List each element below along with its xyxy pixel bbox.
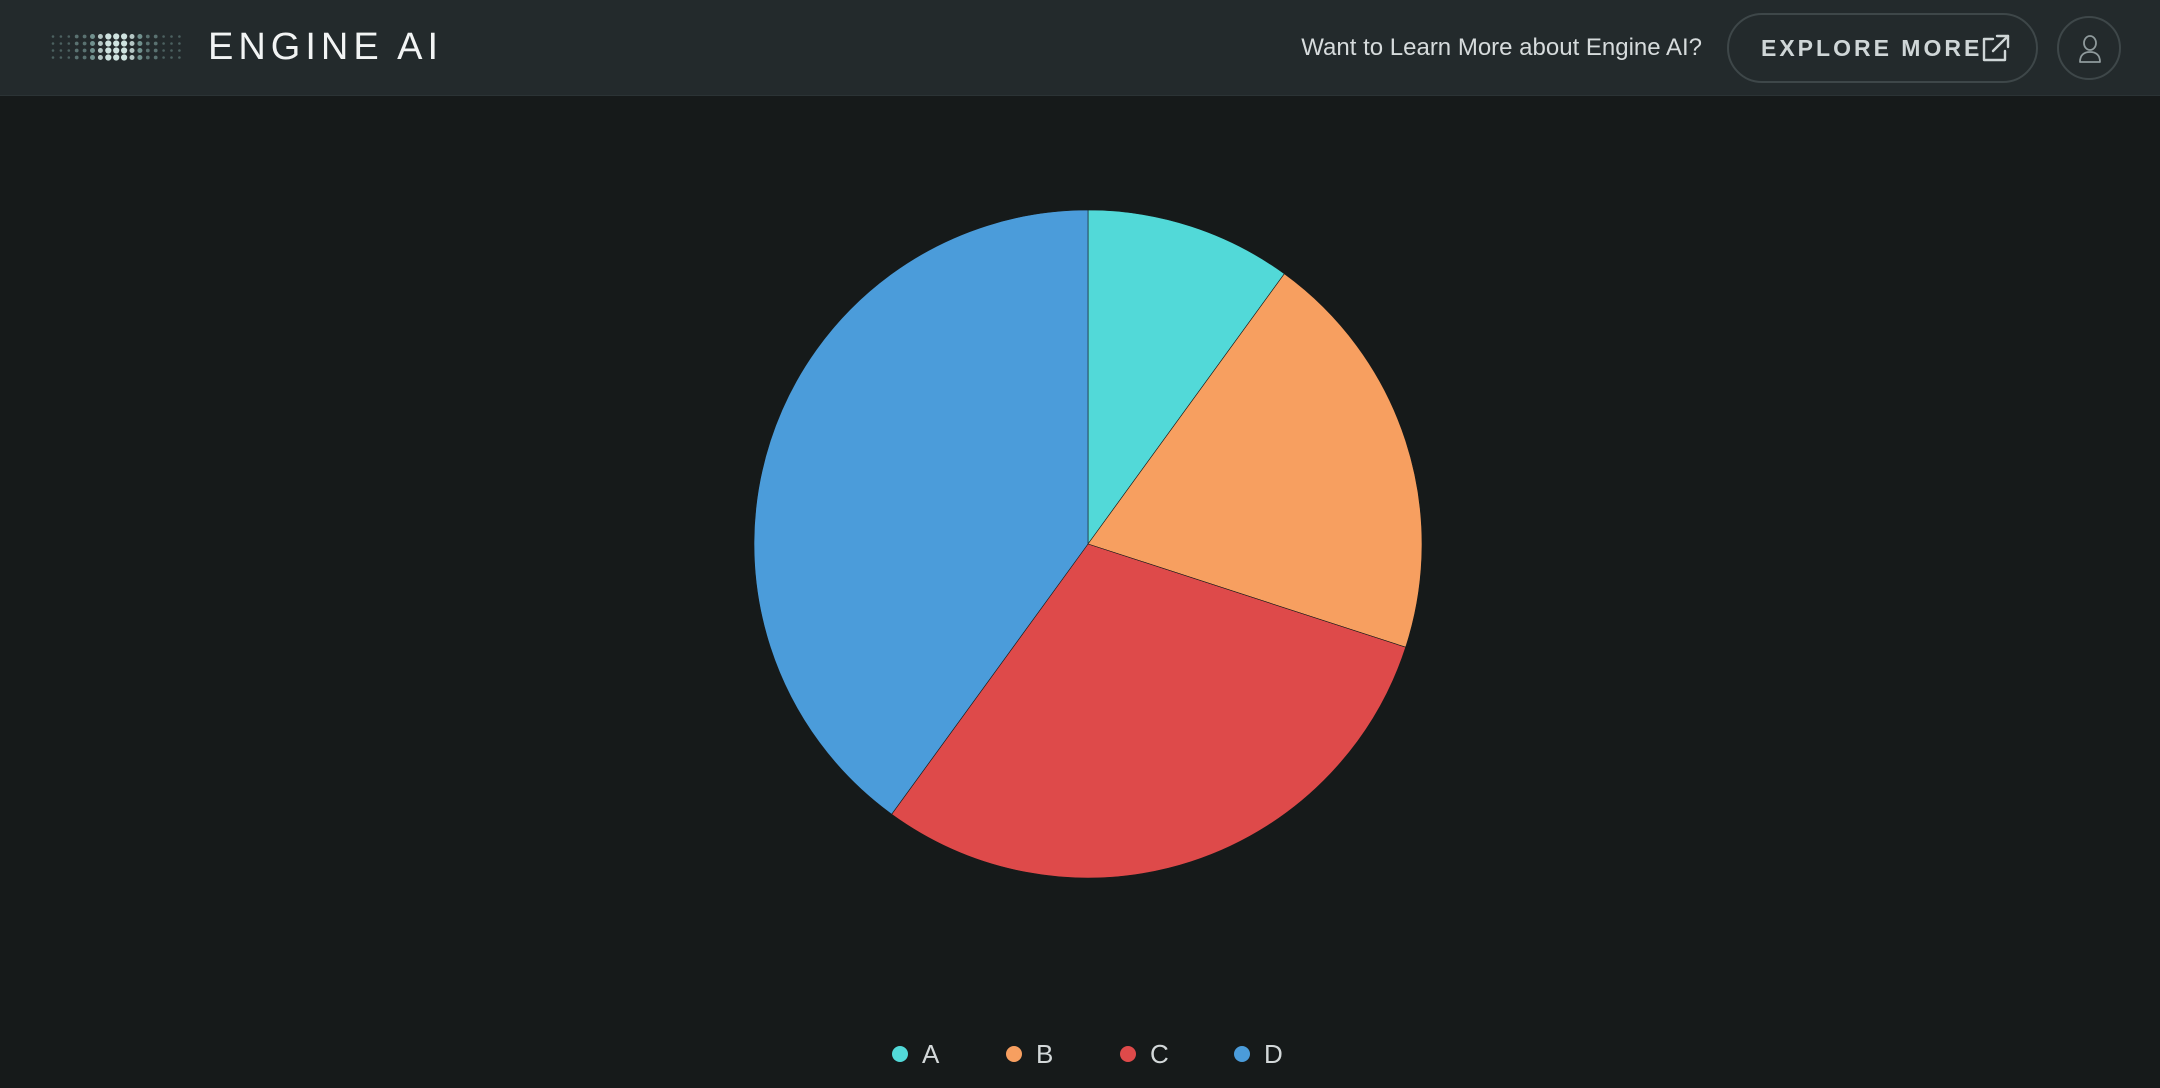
logo-dot: [145, 48, 150, 53]
logo-dot: [178, 56, 181, 59]
logo-dot: [74, 48, 79, 53]
legend-item-d[interactable]: D: [1234, 1036, 1283, 1072]
explore-more-button[interactable]: EXPLORE MORE: [1727, 13, 2038, 83]
logo-dot: [67, 49, 71, 52]
logo-dot: [90, 48, 95, 53]
logo-dot: [97, 41, 103, 46]
logo-dot: [170, 56, 173, 59]
logo-dot: [121, 40, 128, 47]
logo-dot: [105, 33, 112, 40]
logo-dot: [59, 56, 63, 59]
logo-dot: [97, 34, 103, 39]
logo-dot: [74, 34, 79, 39]
logo-dot: [90, 55, 95, 60]
logo-dot: [113, 40, 120, 47]
legend-swatch: [1234, 1046, 1250, 1062]
pie-chart-area: A B C D: [0, 96, 2160, 1088]
legend-swatch: [1120, 1046, 1136, 1062]
logo-dot: [67, 35, 71, 38]
logo-dot: [129, 55, 135, 60]
logo-dot: [162, 35, 165, 38]
logo-dot: [121, 33, 128, 40]
logo-dot: [51, 35, 55, 38]
logo-dot: [137, 41, 143, 46]
logo-dot: [82, 55, 87, 60]
logo-dot: [170, 49, 173, 52]
legend-swatch: [1006, 1046, 1022, 1062]
logo-dot: [113, 54, 120, 61]
logo-dot: [129, 48, 135, 53]
logo-dot: [59, 35, 63, 38]
logo-dot: [105, 54, 112, 61]
logo-dot: [178, 42, 181, 45]
legend-item-a[interactable]: A: [892, 1036, 939, 1072]
logo-dot: [59, 49, 63, 52]
logo-dot: [162, 49, 165, 52]
logo-dot: [121, 47, 128, 54]
logo-dot: [97, 55, 103, 60]
logo-dot: [145, 55, 150, 60]
logo-dot: [129, 34, 135, 39]
logo-dot: [105, 40, 112, 47]
legend-item-c[interactable]: C: [1120, 1036, 1169, 1072]
logo-dot: [90, 34, 95, 39]
logo-dot: [59, 42, 63, 45]
logo-dot: [170, 35, 173, 38]
brand-logo-text[interactable]: ENGINE AI: [208, 24, 443, 70]
logo-dot: [82, 34, 87, 39]
user-icon: [2079, 35, 2101, 63]
logo-dot: [153, 41, 158, 46]
logo-dot: [162, 42, 165, 45]
logo-dot: [178, 49, 181, 52]
legend-label: A: [922, 1039, 940, 1069]
logo-dot: [51, 42, 55, 45]
logo-dot: [178, 35, 181, 38]
dot-matrix-logo-icon: [51, 33, 181, 61]
logo-dot: [67, 56, 71, 59]
logo-dot: [129, 41, 135, 46]
explore-more-label: EXPLORE MORE: [1761, 35, 1983, 61]
legend-swatch: [892, 1046, 908, 1062]
logo-dot: [145, 41, 150, 46]
logo-dot: [105, 47, 112, 54]
logo-dot: [137, 34, 143, 39]
pie-chart: [753, 209, 1423, 879]
logo-dot: [113, 47, 120, 54]
legend-label: D: [1264, 1039, 1283, 1069]
logo-dot: [51, 56, 55, 59]
logo-dot: [137, 55, 143, 60]
logo-dot: [137, 48, 143, 53]
legend-item-b[interactable]: B: [1006, 1036, 1053, 1072]
legend-label: C: [1150, 1039, 1169, 1069]
logo-dot: [67, 42, 71, 45]
logo-dot: [153, 55, 158, 60]
logo-dot: [74, 55, 79, 60]
external-link-icon: [1982, 34, 2010, 62]
logo-dot: [90, 41, 95, 46]
logo-dot: [153, 48, 158, 53]
logo-dot: [97, 48, 103, 53]
logo-dot: [121, 54, 128, 61]
logo-dot: [51, 49, 55, 52]
logo-dot: [113, 33, 120, 40]
logo-dot: [162, 56, 165, 59]
promo-text: Want to Learn More about Engine AI?: [1301, 34, 1702, 61]
logo-dot: [145, 34, 150, 39]
logo-dot: [170, 42, 173, 45]
logo-dot: [153, 34, 158, 39]
logo-dot: [82, 48, 87, 53]
top-navigation-bar: ENGINE AI Want to Learn More about Engin…: [0, 0, 2160, 96]
logo-dot: [82, 41, 87, 46]
legend-label: B: [1036, 1039, 1054, 1069]
logo-dot: [74, 41, 79, 46]
chart-legend: A B C D: [0, 1036, 2160, 1076]
user-account-button[interactable]: [2057, 16, 2121, 80]
